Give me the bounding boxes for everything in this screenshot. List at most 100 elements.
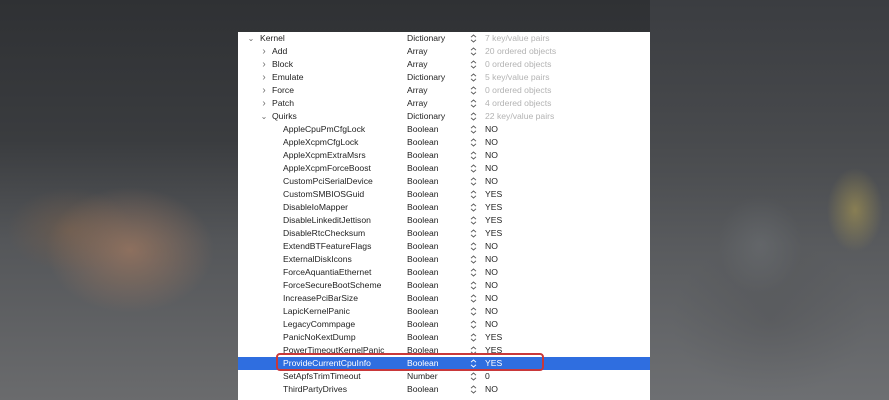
value-label[interactable]: YES bbox=[485, 214, 502, 227]
type-label[interactable]: Boolean bbox=[407, 383, 439, 396]
plist-row[interactable]: DisableIoMapper Boolean YES bbox=[238, 201, 650, 214]
up-down-stepper-icon[interactable] bbox=[470, 86, 477, 95]
up-down-stepper-icon[interactable] bbox=[470, 307, 477, 316]
plist-row[interactable]: AppleCpuPmCfgLock Boolean NO bbox=[238, 123, 650, 136]
chevron-right-icon[interactable]: › bbox=[259, 84, 269, 97]
plist-row[interactable]: DisableLinkeditJettison Boolean YES bbox=[238, 214, 650, 227]
value-label[interactable]: 0 bbox=[485, 370, 490, 383]
plist-row[interactable]: › Force Array 0 ordered objects bbox=[238, 84, 650, 97]
up-down-stepper-icon[interactable] bbox=[470, 177, 477, 186]
up-down-stepper-icon[interactable] bbox=[470, 268, 477, 277]
up-down-stepper-icon[interactable] bbox=[470, 125, 477, 134]
up-down-stepper-icon[interactable] bbox=[470, 385, 477, 394]
plist-row[interactable]: › Emulate Dictionary 5 key/value pairs bbox=[238, 71, 650, 84]
value-label[interactable]: YES bbox=[485, 188, 502, 201]
type-label[interactable]: Boolean bbox=[407, 279, 439, 292]
plist-row[interactable]: ExtendBTFeatureFlags Boolean NO bbox=[238, 240, 650, 253]
value-label[interactable]: NO bbox=[485, 136, 498, 149]
plist-row[interactable]: PanicNoKextDump Boolean YES bbox=[238, 331, 650, 344]
up-down-stepper-icon[interactable] bbox=[470, 320, 477, 329]
plist-row[interactable]: ⌄ Quirks Dictionary 22 key/value pairs bbox=[238, 110, 650, 123]
plist-row[interactable]: LegacyCommpage Boolean NO bbox=[238, 318, 650, 331]
type-label[interactable]: Boolean bbox=[407, 214, 439, 227]
value-label[interactable]: NO bbox=[485, 253, 498, 266]
value-label[interactable]: NO bbox=[485, 318, 498, 331]
chevron-right-icon[interactable]: › bbox=[259, 71, 269, 84]
value-label[interactable]: NO bbox=[485, 383, 498, 396]
plist-row[interactable]: LapicKernelPanic Boolean NO bbox=[238, 305, 650, 318]
plist-row[interactable]: ⌄ Kernel Dictionary 7 key/value pairs bbox=[238, 32, 650, 45]
chevron-right-icon[interactable]: › bbox=[259, 45, 269, 58]
value-label[interactable]: NO bbox=[485, 123, 498, 136]
chevron-down-icon[interactable]: ⌄ bbox=[259, 110, 269, 123]
type-label[interactable]: Boolean bbox=[407, 175, 439, 188]
up-down-stepper-icon[interactable] bbox=[470, 229, 477, 238]
value-label[interactable]: NO bbox=[485, 266, 498, 279]
value-label[interactable]: NO bbox=[485, 175, 498, 188]
up-down-stepper-icon[interactable] bbox=[470, 203, 477, 212]
up-down-stepper-icon[interactable] bbox=[470, 216, 477, 225]
type-label[interactable]: Boolean bbox=[407, 331, 439, 344]
plist-row[interactable]: AppleXcpmCfgLock Boolean NO bbox=[238, 136, 650, 149]
chevron-right-icon[interactable]: › bbox=[259, 58, 269, 71]
type-label[interactable]: Boolean bbox=[407, 162, 439, 175]
up-down-stepper-icon[interactable] bbox=[470, 372, 477, 381]
type-label[interactable]: Boolean bbox=[407, 123, 439, 136]
value-label[interactable]: NO bbox=[485, 162, 498, 175]
plist-row[interactable]: CustomSMBIOSGuid Boolean YES bbox=[238, 188, 650, 201]
value-label[interactable]: YES bbox=[485, 201, 502, 214]
type-label[interactable]: Boolean bbox=[407, 136, 439, 149]
type-label[interactable]: Boolean bbox=[407, 201, 439, 214]
type-label[interactable]: Boolean bbox=[407, 240, 439, 253]
type-label[interactable]: Boolean bbox=[407, 266, 439, 279]
value-label[interactable]: NO bbox=[485, 149, 498, 162]
type-label[interactable]: Boolean bbox=[407, 292, 439, 305]
chevron-down-icon[interactable]: ⌄ bbox=[246, 32, 256, 45]
plist-row[interactable]: › Block Array 0 ordered objects bbox=[238, 58, 650, 71]
value-label[interactable]: NO bbox=[485, 240, 498, 253]
type-label[interactable]: Array bbox=[407, 45, 428, 58]
up-down-stepper-icon[interactable] bbox=[470, 281, 477, 290]
up-down-stepper-icon[interactable] bbox=[470, 34, 477, 43]
type-label[interactable]: Boolean bbox=[407, 149, 439, 162]
type-label[interactable]: Boolean bbox=[407, 305, 439, 318]
plist-row[interactable]: DisableRtcChecksum Boolean YES bbox=[238, 227, 650, 240]
type-label[interactable]: Array bbox=[407, 97, 428, 110]
up-down-stepper-icon[interactable] bbox=[470, 255, 477, 264]
up-down-stepper-icon[interactable] bbox=[470, 138, 477, 147]
up-down-stepper-icon[interactable] bbox=[470, 242, 477, 251]
type-label[interactable]: Boolean bbox=[407, 188, 439, 201]
type-label[interactable]: Boolean bbox=[407, 253, 439, 266]
plist-row[interactable]: ExternalDiskIcons Boolean NO bbox=[238, 253, 650, 266]
plist-row[interactable]: SetApfsTrimTimeout Number 0 bbox=[238, 370, 650, 383]
type-label[interactable]: Dictionary bbox=[407, 71, 445, 84]
plist-row[interactable]: IncreasePciBarSize Boolean NO bbox=[238, 292, 650, 305]
up-down-stepper-icon[interactable] bbox=[470, 112, 477, 121]
plist-row[interactable]: AppleXcpmForceBoost Boolean NO bbox=[238, 162, 650, 175]
value-label[interactable]: YES bbox=[485, 331, 502, 344]
value-label[interactable]: NO bbox=[485, 305, 498, 318]
up-down-stepper-icon[interactable] bbox=[470, 190, 477, 199]
type-label[interactable]: Boolean bbox=[407, 227, 439, 240]
up-down-stepper-icon[interactable] bbox=[470, 333, 477, 342]
plist-row[interactable]: › Patch Array 4 ordered objects bbox=[238, 97, 650, 110]
plist-row[interactable]: AppleXcpmExtraMsrs Boolean NO bbox=[238, 149, 650, 162]
up-down-stepper-icon[interactable] bbox=[470, 47, 477, 56]
plist-row[interactable]: ThirdPartyDrives Boolean NO bbox=[238, 383, 650, 396]
up-down-stepper-icon[interactable] bbox=[470, 99, 477, 108]
up-down-stepper-icon[interactable] bbox=[470, 164, 477, 173]
plist-row[interactable]: ForceAquantiaEthernet Boolean NO bbox=[238, 266, 650, 279]
plist-row[interactable]: ForceSecureBootScheme Boolean NO bbox=[238, 279, 650, 292]
up-down-stepper-icon[interactable] bbox=[470, 294, 477, 303]
up-down-stepper-icon[interactable] bbox=[470, 60, 477, 69]
plist-row[interactable]: › Add Array 20 ordered objects bbox=[238, 45, 650, 58]
type-label[interactable]: Array bbox=[407, 84, 428, 97]
up-down-stepper-icon[interactable] bbox=[470, 151, 477, 160]
type-label[interactable]: Array bbox=[407, 58, 428, 71]
type-label[interactable]: Boolean bbox=[407, 318, 439, 331]
value-label[interactable]: NO bbox=[485, 279, 498, 292]
value-label[interactable]: NO bbox=[485, 292, 498, 305]
type-label[interactable]: Number bbox=[407, 370, 438, 383]
plist-row[interactable]: CustomPciSerialDevice Boolean NO bbox=[238, 175, 650, 188]
value-label[interactable]: YES bbox=[485, 227, 502, 240]
